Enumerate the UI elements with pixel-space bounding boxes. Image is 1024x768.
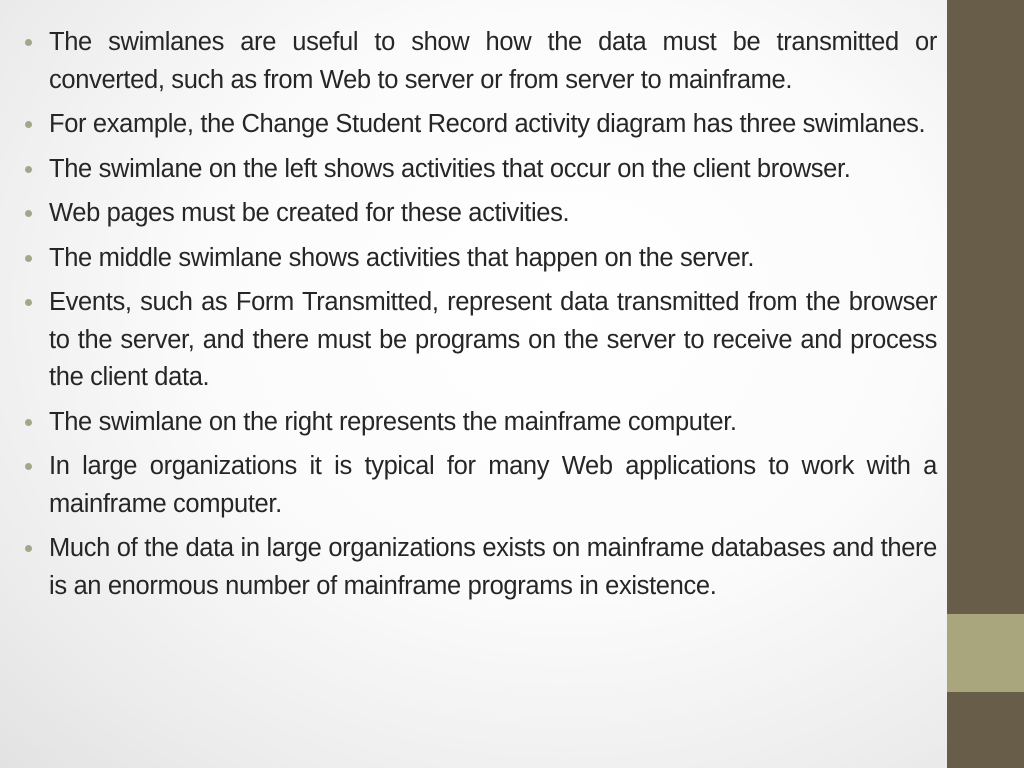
bullet-dot-icon [25,165,32,173]
bullet-item: In large organizations it is typical for… [20,448,937,523]
bullet-item: The swimlane on the right represents the… [20,404,937,442]
bullet-item: Much of the data in large organizations … [20,530,937,605]
decorative-sidebar [947,0,1024,768]
bullet-item: The swimlane on the left shows activitie… [20,151,937,189]
bullet-item: The middle swimlane shows activities tha… [20,240,937,278]
bullet-dot-icon [25,254,32,262]
bullet-text: The middle swimlane shows activities tha… [49,243,755,272]
bullet-list: The swimlanes are useful to show how the… [20,24,937,605]
bullet-text: The swimlane on the left shows activitie… [49,154,851,183]
bullet-dot-icon [25,418,32,426]
bullet-dot-icon [25,299,32,306]
sidebar-accent-band [947,614,1024,692]
bullet-dot-icon [25,121,32,128]
bullet-item: For example, the Change Student Record a… [20,106,937,144]
bullet-item: Web pages must be created for these acti… [20,195,937,233]
bullet-text: In large organizations it is typical for… [49,452,937,518]
bullet-item: Events, such as Form Transmitted, repres… [20,284,937,397]
bullet-dot-icon [25,39,32,46]
bullet-text: The swimlanes are useful to show how the… [49,28,937,94]
bullet-dot-icon [25,210,32,217]
bullet-text: The swimlane on the right represents the… [49,407,737,436]
bullet-text: For example, the Change Student Record a… [49,110,926,138]
bullet-dot-icon [25,545,32,552]
bullet-item: The swimlanes are useful to show how the… [20,24,937,99]
bullet-text: Web pages must be created for these acti… [49,199,570,227]
bullet-text: Events, such as Form Transmitted, repres… [49,288,937,391]
bullet-text: Much of the data in large organizations … [49,534,937,600]
slide-content: The swimlanes are useful to show how the… [20,24,937,612]
bullet-dot-icon [25,463,32,470]
